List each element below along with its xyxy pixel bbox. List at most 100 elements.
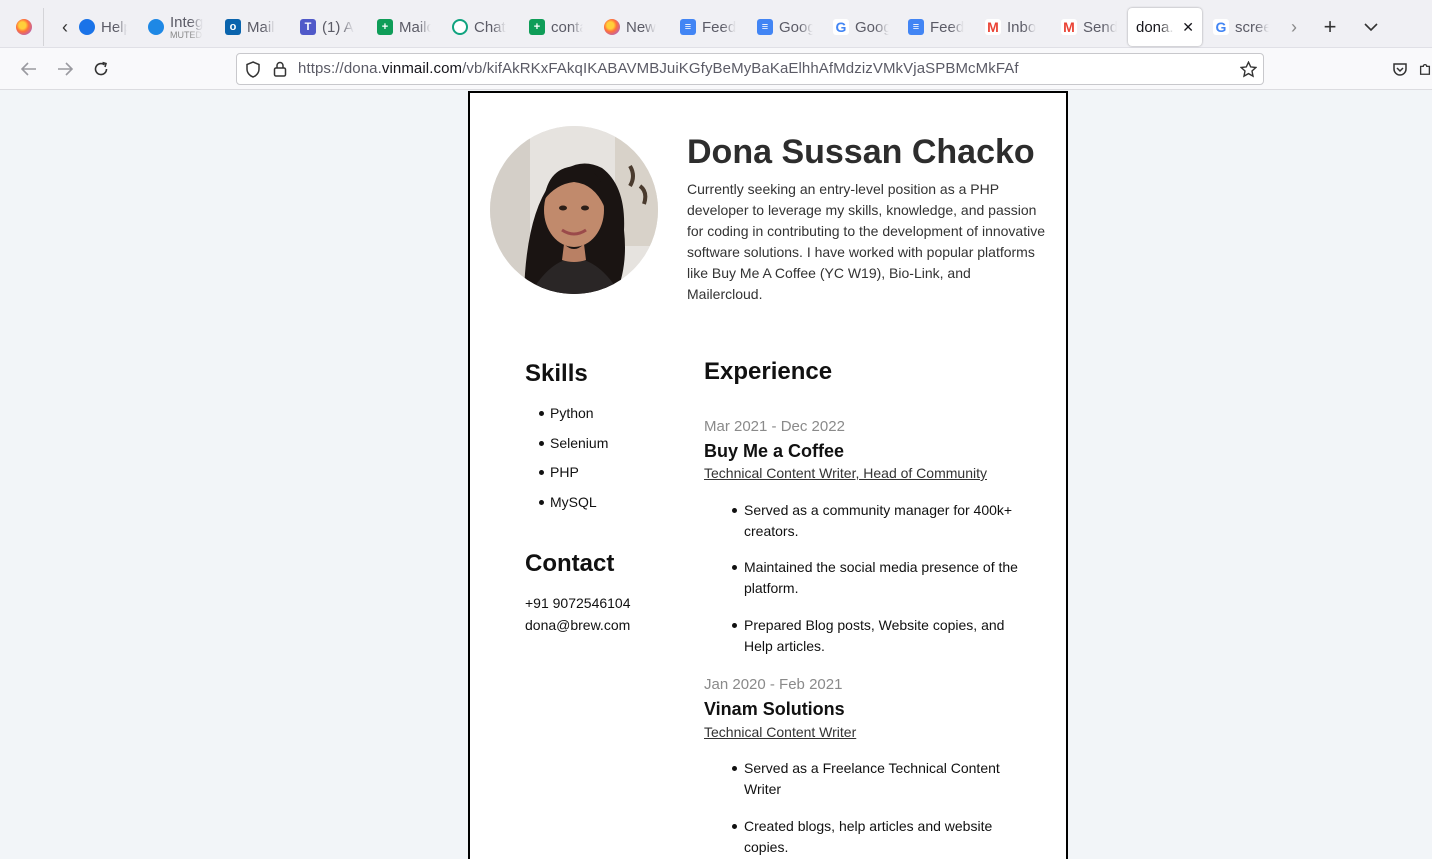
- reload-icon: [94, 61, 108, 76]
- resume-summary: Currently seeking an entry-level positio…: [687, 181, 1046, 302]
- docs-icon: ≡: [757, 19, 773, 35]
- arrow-left-icon: [21, 62, 36, 76]
- url-domain: vinmail.com: [381, 60, 463, 77]
- chatgpt-icon: [452, 19, 468, 35]
- profile-photo: [490, 126, 658, 294]
- tab[interactable]: M Send: [1061, 8, 1117, 46]
- bookmark-star-icon[interactable]: [1239, 60, 1257, 78]
- tab[interactable]: Chat: [452, 8, 508, 46]
- google-icon: G: [833, 19, 849, 35]
- firefox-icon: [604, 19, 620, 35]
- tab-label: (1) A: [322, 18, 354, 36]
- tab[interactable]: + Mailc: [377, 8, 431, 46]
- outlook-icon: o: [225, 19, 241, 35]
- tab[interactable]: ≡ Feed: [680, 8, 738, 46]
- tab[interactable]: Help: [79, 8, 127, 46]
- tabs-scroll-left-icon[interactable]: ‹: [54, 10, 76, 44]
- tab-active[interactable]: dona.v ✕: [1128, 8, 1202, 46]
- tab[interactable]: M Inbo: [985, 8, 1041, 46]
- tabs-scroll-right-icon[interactable]: ›: [1283, 10, 1305, 44]
- skill-item: Python: [525, 405, 608, 435]
- tab-label: Feed: [702, 18, 737, 36]
- docs-icon: ≡: [908, 19, 924, 35]
- tab-label: New: [626, 18, 657, 36]
- tab[interactable]: G Goog: [833, 8, 889, 46]
- experience-heading: Experience: [704, 358, 833, 385]
- chevron-down-icon: [1364, 22, 1378, 31]
- tab-label: Feed: [930, 18, 965, 36]
- tab-strip: ‹ Help Integ MUTED o Mail T (1) A + Mail…: [0, 0, 1432, 48]
- tab[interactable]: Integ MUTED: [148, 8, 204, 46]
- tab-muted-label: MUTED: [170, 31, 202, 40]
- arrow-right-icon: [58, 62, 73, 76]
- tab-label: Integ: [170, 14, 204, 31]
- skill-item: MySQL: [525, 494, 608, 524]
- tab-label: Chat: [474, 18, 506, 36]
- skills-list: Python Selenium PHP MySQL: [525, 405, 608, 524]
- tab-label: Goog: [779, 18, 813, 36]
- tab-label: Help: [101, 18, 127, 36]
- extensions-button[interactable]: [1418, 58, 1432, 80]
- job-role-link[interactable]: Technical Content Writer: [704, 724, 856, 740]
- help-icon: [79, 19, 95, 35]
- contact-email: dona@brew.com: [525, 617, 631, 633]
- tab-label: dona.v: [1136, 18, 1174, 36]
- lock-icon[interactable]: [271, 60, 289, 78]
- google-icon: G: [1213, 19, 1229, 35]
- job-bullets: Served as a community manager for 400k+ …: [732, 500, 1034, 657]
- firefox-view-button[interactable]: [4, 8, 44, 46]
- gmail-icon: M: [1061, 19, 1077, 35]
- tab-label: Mail: [247, 18, 275, 36]
- list-all-tabs-button[interactable]: [1357, 10, 1385, 44]
- forward-button[interactable]: [51, 55, 79, 83]
- back-button[interactable]: [15, 55, 43, 83]
- skill-item: PHP: [525, 464, 608, 494]
- url-bar[interactable]: https://dona.vinmail.com/vb/kifAkRKxFAkq…: [236, 53, 1264, 85]
- url-text[interactable]: https://dona.vinmail.com/vb/kifAkRKxFAkq…: [298, 60, 1019, 77]
- docs-icon: ≡: [680, 19, 696, 35]
- reload-button[interactable]: [87, 55, 115, 83]
- tab-label: Send: [1083, 18, 1117, 36]
- gmail-icon: M: [985, 19, 1001, 35]
- job-role-link[interactable]: Technical Content Writer, Head of Commun…: [704, 465, 987, 481]
- teams-icon: T: [300, 19, 316, 35]
- contact-heading: Contact: [525, 550, 615, 577]
- tab-label: Mailc: [399, 18, 431, 36]
- tab[interactable]: T (1) A: [300, 8, 356, 46]
- tab[interactable]: G scree: [1213, 8, 1269, 46]
- sheets-icon: +: [529, 19, 545, 35]
- firefox-icon: [15, 19, 32, 35]
- pocket-button[interactable]: [1389, 58, 1411, 80]
- job-bullet-item: Maintained the social media presence of …: [732, 557, 1034, 599]
- job-bullet-item: Created blogs, help articles and website…: [732, 816, 1034, 858]
- tab-label: Goog: [855, 18, 889, 36]
- job-bullet-item: Prepared Blog posts, Website copies, and…: [732, 615, 1034, 657]
- job-dates: Jan 2020 - Feb 2021: [704, 676, 843, 693]
- job-company: Buy Me a Coffee: [704, 441, 845, 461]
- new-tab-button[interactable]: +: [1316, 10, 1344, 44]
- url-path: /vb/kifAkRKxFAkqIKABAVMBJuiKGfyBeMyBaKaE…: [462, 60, 1019, 77]
- tab[interactable]: ≡ Goog: [757, 8, 813, 46]
- navigation-bar: https://dona.vinmail.com/vb/kifAkRKxFAkq…: [0, 48, 1432, 90]
- tab[interactable]: o Mail: [225, 8, 277, 46]
- extension-icon: [1419, 64, 1431, 75]
- cloud-icon: [148, 19, 164, 35]
- pocket-icon: [1393, 62, 1407, 76]
- url-prefix: https://dona.: [298, 60, 382, 77]
- tab[interactable]: ≡ Feed: [908, 8, 966, 46]
- tab-label: conta: [551, 18, 583, 36]
- job-dates: Mar 2021 - Dec 2022: [704, 418, 845, 435]
- contact-phone: +91 9072546104: [525, 595, 631, 611]
- shield-icon[interactable]: [244, 60, 262, 78]
- tab[interactable]: New: [604, 8, 660, 46]
- skills-heading: Skills: [525, 360, 588, 387]
- skill-item: Selenium: [525, 435, 608, 465]
- tab-label: scree: [1235, 18, 1269, 36]
- resume-name: Dona Sussan Chacko: [687, 133, 1035, 171]
- resume-page: Dona Sussan Chacko Currently seeking an …: [468, 91, 1068, 859]
- tab-label: Inbo: [1007, 18, 1037, 36]
- job-bullet-item: Served as a community manager for 400k+ …: [732, 500, 1034, 542]
- close-tab-icon[interactable]: ✕: [1182, 19, 1194, 36]
- job-company: Vinam Solutions: [704, 699, 845, 719]
- tab[interactable]: + conta: [529, 8, 583, 46]
